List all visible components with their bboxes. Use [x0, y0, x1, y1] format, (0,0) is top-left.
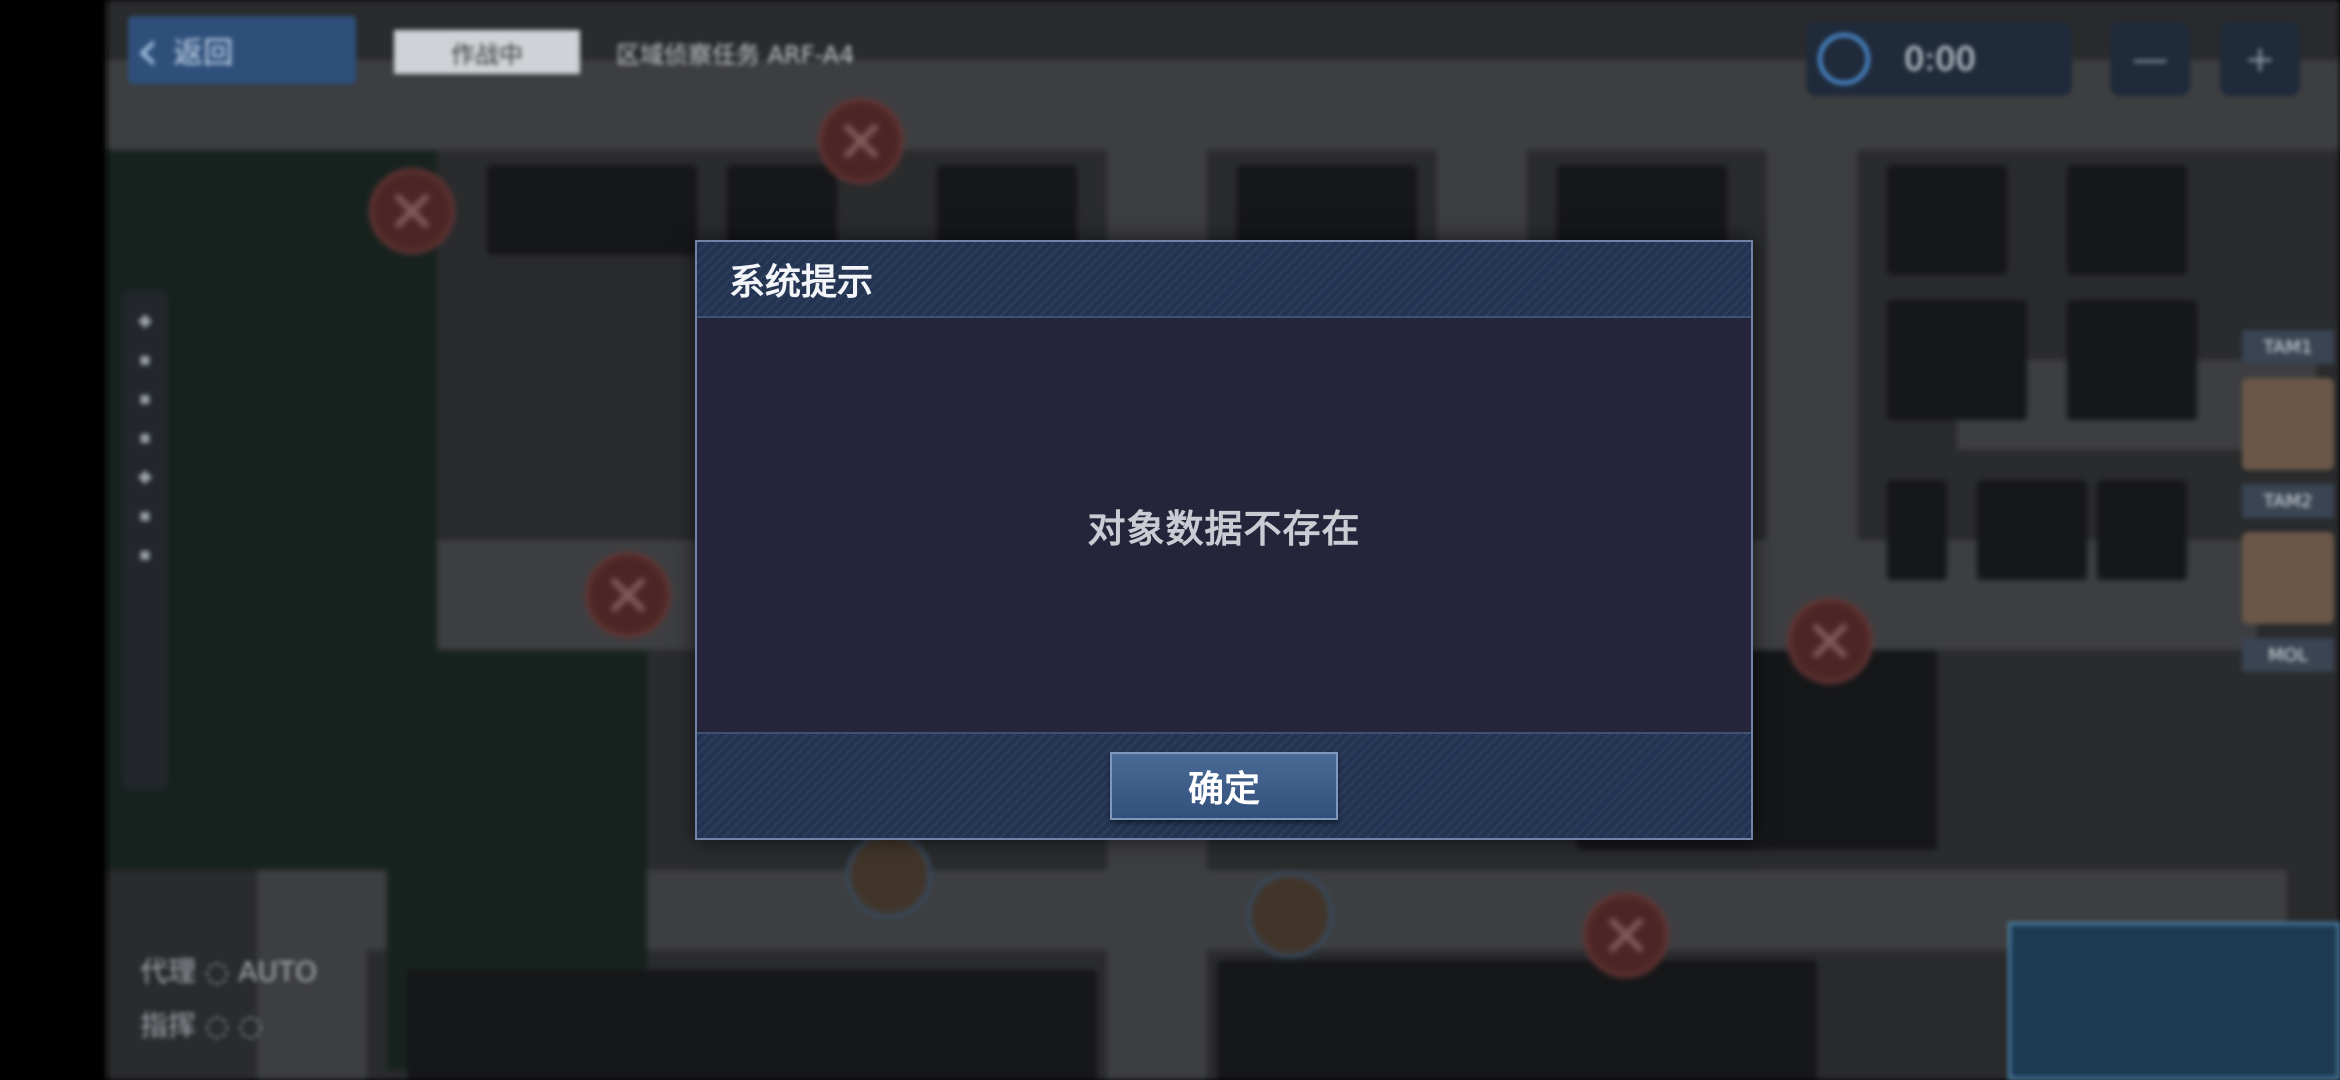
side-panel-item[interactable]: ◆: [138, 466, 152, 487]
timer-value: 0:00: [1904, 40, 1976, 78]
status-tag: 作战中: [394, 30, 580, 74]
portrait-label: TAM1: [2242, 330, 2334, 364]
character-portrait[interactable]: [2242, 532, 2334, 624]
side-panel-item[interactable]: ▪: [139, 349, 151, 370]
left-black-bar: [0, 0, 107, 1080]
dialog-body: 对象数据不存在: [697, 318, 1751, 732]
side-panel-item[interactable]: ▪: [139, 544, 151, 565]
side-panel-item[interactable]: ◆: [138, 310, 152, 331]
side-panel-item[interactable]: ▪: [139, 388, 151, 409]
side-panel: ◆ ▪ ▪ ▪ ◆ ▪ ▪: [122, 290, 168, 790]
clock-icon: [1818, 33, 1870, 85]
game-screen: ‹ 返回 作战中 区域侦察任务 ARF-A4 0:00 — + ◆ ▪ ▪ ▪ …: [0, 0, 2340, 1080]
mission-name: 区域侦察任务 ARF-A4: [616, 40, 855, 69]
dialog-title: 系统提示: [729, 262, 874, 303]
dialog-footer: 确定: [697, 732, 1751, 838]
back-button-label: 返回: [173, 36, 234, 71]
portrait-label: TAM2: [2242, 484, 2334, 518]
back-button[interactable]: ‹ 返回: [128, 16, 356, 84]
auto-toggle[interactable]: 代理 ◌ AUTO: [140, 950, 430, 990]
auto-control-panel: 代理 ◌ AUTO 指挥 ◌ ◌: [140, 950, 430, 1060]
timer-panel: 0:00: [1806, 22, 2072, 96]
zoom-in-button[interactable]: +: [2220, 22, 2300, 96]
system-prompt-dialog: 系统提示 对象数据不存在 确定: [695, 240, 1753, 840]
minimap[interactable]: [2008, 922, 2340, 1080]
side-panel-item[interactable]: ▪: [139, 505, 151, 526]
chevron-left-icon: ‹: [136, 16, 160, 84]
squad-portraits: TAM1 TAM2 MOL: [2236, 330, 2340, 750]
confirm-button[interactable]: 确定: [1110, 752, 1338, 820]
zoom-out-button[interactable]: —: [2110, 22, 2190, 96]
dialog-header: 系统提示: [697, 242, 1751, 318]
side-panel-item[interactable]: ▪: [139, 427, 151, 448]
character-portrait[interactable]: [2242, 378, 2334, 470]
command-toggle[interactable]: 指挥 ◌ ◌: [140, 1004, 430, 1044]
dialog-message: 对象数据不存在: [1087, 506, 1361, 551]
portrait-label: MOL: [2242, 638, 2334, 672]
